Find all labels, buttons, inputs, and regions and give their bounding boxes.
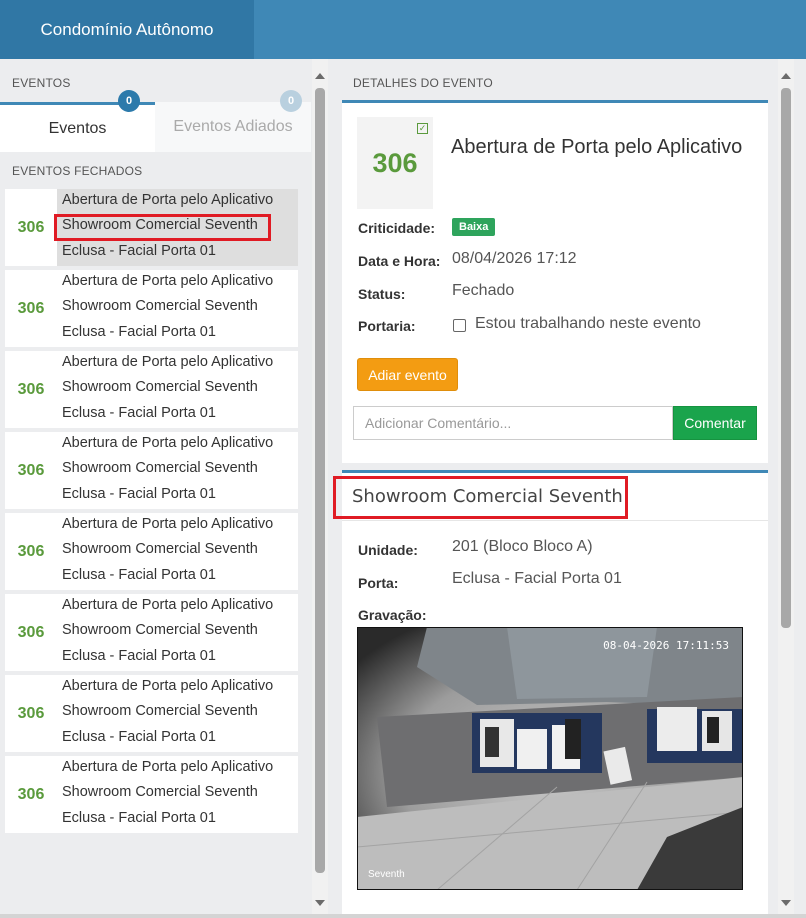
- list-item[interactable]: 306 Abertura de Porta pelo Aplicativo Sh…: [5, 594, 298, 671]
- event-type: Abertura de Porta pelo Aplicativo: [62, 435, 274, 451]
- event-location: Showroom Comercial Seventh: [62, 622, 258, 638]
- event-number: 306: [5, 189, 57, 266]
- event-number: 306: [17, 299, 45, 317]
- events-scroll-thumb[interactable]: [315, 88, 325, 873]
- app-title[interactable]: Condomínio Autônomo: [0, 0, 254, 59]
- status-value: Fechado: [452, 282, 515, 299]
- event-location: Showroom Comercial Seventh: [62, 460, 258, 476]
- event-title: Abertura de Porta pelo Aplicativo: [451, 136, 743, 158]
- event-door: Eclusa - Facial Porta 01: [62, 648, 216, 664]
- events-section-label: EVENTOS: [12, 76, 71, 90]
- events-panel: EVENTOS Eventos Eventos Adiados 0 0 EVEN…: [0, 59, 311, 914]
- selection-highlight: [54, 214, 271, 241]
- location-card: Showroom Comercial Seventh Unidade: 201 …: [342, 470, 768, 914]
- porta-value: Eclusa - Facial Porta 01: [452, 570, 622, 587]
- criticidade-badge: Baixa: [452, 218, 496, 236]
- eventos-adiados-count-badge: 0: [280, 90, 302, 112]
- event-type: Abertura de Porta pelo Aplicativo: [62, 678, 274, 694]
- event-door: Eclusa - Facial Porta 01: [62, 810, 216, 826]
- tab-eventos-label: Eventos: [48, 119, 107, 137]
- camera-frame-image: [357, 627, 743, 890]
- adiar-evento-button[interactable]: Adiar evento: [357, 358, 458, 391]
- recording-video[interactable]: 08-04-2026 17:11:53 Seventh: [357, 627, 743, 890]
- list-item[interactable]: 306 Abertura de Porta pelo Aplicativo Sh…: [5, 351, 298, 428]
- scroll-down-icon[interactable]: [315, 900, 325, 906]
- top-bar: Condomínio Autônomo: [0, 0, 806, 59]
- events-tabs: Eventos Eventos Adiados 0 0: [0, 90, 311, 152]
- porta-label: Porta:: [358, 575, 399, 591]
- event-details-card: 306 ✓ Abertura de Porta pelo Aplicativo …: [342, 100, 768, 463]
- event-number: 306: [17, 785, 45, 803]
- event-number: 306: [17, 704, 45, 722]
- video-timestamp: 08-04-2026 17:11:53: [603, 639, 729, 652]
- datahora-label: Data e Hora:: [358, 253, 441, 269]
- event-location: Showroom Comercial Seventh: [62, 379, 258, 395]
- event-type: Abertura de Porta pelo Aplicativo: [62, 516, 274, 532]
- events-scrollbar[interactable]: [312, 59, 328, 914]
- event-type: Abertura de Porta pelo Aplicativo: [62, 273, 274, 289]
- event-door: Eclusa - Facial Porta 01: [62, 405, 216, 421]
- bottom-edge: [0, 914, 806, 918]
- scroll-up-icon[interactable]: [781, 73, 791, 79]
- event-number: 306: [17, 461, 45, 479]
- event-type: Abertura de Porta pelo Aplicativo: [62, 759, 274, 775]
- event-type: Abertura de Porta pelo Aplicativo: [62, 192, 274, 208]
- status-label: Status:: [358, 286, 406, 302]
- event-type: Abertura de Porta pelo Aplicativo: [62, 597, 274, 613]
- event-type: Abertura de Porta pelo Aplicativo: [62, 354, 274, 370]
- event-number: 306: [17, 542, 45, 560]
- event-location: Showroom Comercial Seventh: [62, 703, 258, 719]
- portaria-label: Portaria:: [358, 318, 416, 334]
- tab-eventos-adiados-label: Eventos Adiados: [173, 118, 293, 135]
- list-item[interactable]: 306 Abertura de Porta pelo Aplicativo Sh…: [5, 675, 298, 752]
- portaria-checkbox-label[interactable]: Estou trabalhando neste evento: [475, 315, 701, 333]
- event-door: Eclusa - Facial Porta 01: [62, 567, 216, 583]
- event-location: Showroom Comercial Seventh: [62, 784, 258, 800]
- list-item[interactable]: 306 Abertura de Porta pelo Aplicativo Sh…: [5, 270, 298, 347]
- closed-events-label: EVENTOS FECHADOS: [12, 164, 143, 178]
- event-list: 306 Abertura de Porta pelo Aplicativo Sh…: [5, 189, 298, 837]
- list-item[interactable]: 306 Abertura de Porta pelo Aplicativo Sh…: [5, 432, 298, 509]
- event-door: Eclusa - Facial Porta 01: [62, 243, 216, 259]
- unidade-value: 201 (Bloco Bloco A): [452, 538, 593, 555]
- comentar-button[interactable]: Comentar: [673, 406, 757, 440]
- criticidade-label: Criticidade:: [358, 220, 436, 236]
- event-number: 306: [17, 623, 45, 641]
- details-scrollbar[interactable]: [778, 59, 794, 914]
- check-icon: ✓: [417, 123, 428, 134]
- scroll-up-icon[interactable]: [315, 73, 325, 79]
- list-item[interactable]: 306 Abertura de Porta pelo Aplicativo Sh…: [5, 756, 298, 833]
- video-watermark: Seventh: [368, 869, 405, 880]
- scroll-down-icon[interactable]: [781, 900, 791, 906]
- portaria-checkbox[interactable]: [453, 319, 466, 332]
- event-location: Showroom Comercial Seventh: [62, 298, 258, 314]
- list-item[interactable]: 306 Abertura de Porta pelo Aplicativo Sh…: [5, 513, 298, 590]
- comment-input[interactable]: [353, 406, 673, 440]
- location-title-highlight: [333, 476, 628, 519]
- datahora-value: 08/04/2026 17:12: [452, 250, 577, 267]
- details-panel: DETALHES DO EVENTO 306 ✓ Abertura de Por…: [333, 59, 776, 914]
- event-location: Showroom Comercial Seventh: [62, 541, 258, 557]
- unidade-label: Unidade:: [358, 542, 418, 558]
- event-door: Eclusa - Facial Porta 01: [62, 324, 216, 340]
- details-section-label: DETALHES DO EVENTO: [353, 76, 493, 90]
- gravacao-label: Gravação:: [358, 607, 427, 623]
- event-door: Eclusa - Facial Porta 01: [62, 486, 216, 502]
- details-scroll-thumb[interactable]: [781, 88, 791, 628]
- event-number: 306: [17, 380, 45, 398]
- eventos-count-badge: 0: [118, 90, 140, 112]
- event-door: Eclusa - Facial Porta 01: [62, 729, 216, 745]
